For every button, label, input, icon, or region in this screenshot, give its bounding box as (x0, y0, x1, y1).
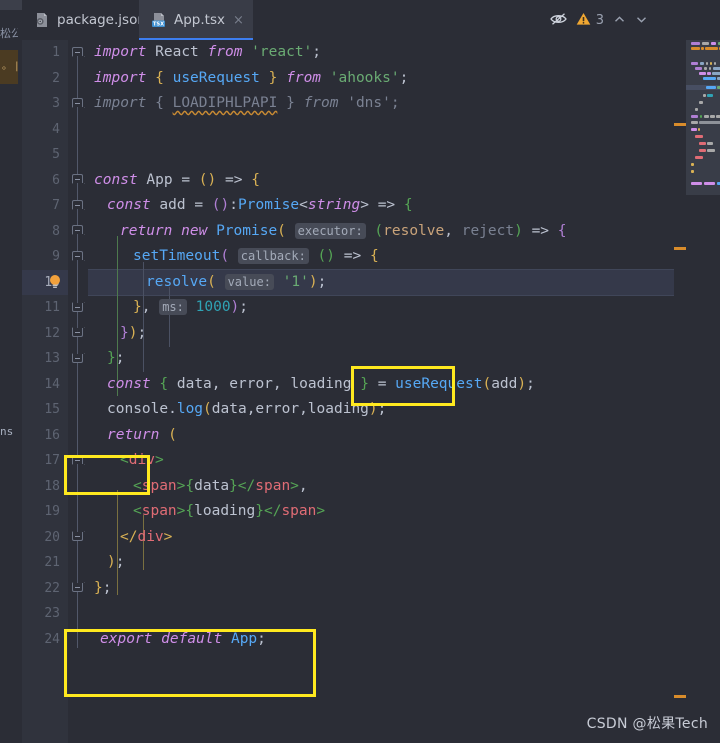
line-number: 12 (44, 325, 60, 341)
sliver-highlight-fragment: 。 | (0, 50, 18, 84)
line-number: 21 (44, 555, 60, 570)
line-number: 20 (44, 529, 60, 545)
code-line-18: <span>{data}</span>, (133, 477, 308, 494)
warning-triangle-icon[interactable] (576, 11, 591, 30)
code-line-24: export default App; (100, 630, 266, 647)
line-number: 5 (52, 147, 60, 162)
fold-marker-line-20[interactable] (72, 532, 83, 541)
line-number: 13 (44, 351, 60, 366)
code-line-17: <div> (120, 452, 164, 468)
left-toolwindow-sliver: 松公 。 | ns (0, 0, 22, 743)
param-hint-callback: callback: (237, 248, 309, 264)
line-number: 4 (52, 121, 60, 137)
param-hint-ms: ms: (159, 299, 187, 315)
line-number: 19 (44, 504, 60, 519)
code-line-22: }; (94, 579, 112, 596)
line-number: 2 (52, 70, 60, 86)
code-line-13: }; (107, 350, 125, 366)
chevron-up-icon[interactable] (613, 11, 626, 30)
line-number: 16 (44, 427, 60, 443)
param-hint-value: value: (224, 273, 274, 290)
code-text-area[interactable]: import React from 'react'; import { useR… (88, 40, 674, 743)
code-line-12: }); (120, 324, 147, 341)
fold-marker-line-9[interactable] (72, 251, 83, 260)
line-number: 23 (44, 606, 60, 621)
line-number: 1 (52, 45, 60, 60)
code-line-2: import { useRequest } from 'ahooks'; (94, 69, 409, 86)
line-number: 18 (44, 478, 60, 494)
line-number: 11 (44, 300, 60, 315)
code-editor[interactable]: 1 2 3 4 5 6 7 8 9 10 11 12 13 14 15 16 1… (22, 40, 720, 743)
line-number: 3 (52, 96, 60, 111)
line-number: 14 (44, 376, 60, 392)
code-line-19: <span>{loading}</span> (133, 503, 326, 519)
code-line-16: return ( (107, 426, 177, 443)
fold-marker-line-22[interactable] (72, 583, 83, 592)
code-line-14: const { data, error, loading } = useRequ… (107, 375, 535, 392)
close-icon[interactable]: × (233, 14, 244, 27)
fold-marker-line-1[interactable] (72, 47, 83, 56)
lightbulb-icon[interactable] (48, 274, 62, 290)
line-number: 15 (44, 402, 60, 417)
tsx-file-icon: TSX (151, 12, 167, 28)
code-line-8: return new Promise( executor: (resolve, … (120, 222, 567, 239)
ide-window: 松公 。 | ns package.json × (0, 0, 720, 743)
warning-count: 3 (595, 12, 604, 28)
inspection-widget: 3 (549, 10, 648, 30)
code-line-20: </div> (120, 528, 173, 545)
watermark-text: CSDN @松果Tech (586, 716, 708, 732)
fold-marker-line-7[interactable] (72, 200, 83, 209)
line-number: 9 (52, 249, 60, 264)
fold-marker-line-3[interactable] (72, 98, 83, 107)
line-number: 22 (44, 580, 60, 596)
line-number: 7 (52, 198, 60, 213)
tab-label: package.json (57, 12, 146, 28)
fold-marker-line-13[interactable] (72, 354, 83, 363)
line-number: 24 (44, 631, 60, 647)
json-file-icon (34, 12, 50, 28)
fold-marker-line-8[interactable] (72, 225, 83, 234)
fold-marker-line-6[interactable] (72, 174, 83, 183)
fold-marker-line-11[interactable] (72, 303, 83, 312)
sliver-toolbar-chip (0, 0, 22, 10)
warning-marker[interactable] (674, 695, 686, 698)
warning-marker[interactable] (674, 247, 686, 250)
chevron-down-icon[interactable] (635, 11, 648, 30)
tab-app-tsx[interactable]: TSX App.tsx × (139, 0, 253, 40)
code-line-21: ); (107, 554, 125, 570)
indent-guide (117, 490, 118, 595)
warning-marker[interactable] (674, 123, 686, 126)
code-line-10: resolve( value: '1'); (146, 273, 327, 290)
param-hint-executor: executor: (294, 222, 366, 239)
sliver-text-fragment-bottom: ns (0, 425, 14, 438)
sliver-text-fragment-top: 松公 (0, 27, 18, 40)
line-number: 8 (52, 223, 60, 239)
error-marker-gutter[interactable] (674, 40, 686, 743)
code-folding-strip[interactable] (68, 40, 88, 743)
fold-guide-line (77, 48, 78, 648)
line-number: 17 (44, 453, 60, 468)
sliver-text-fragment-mid: 。 | (2, 61, 18, 72)
tab-label: App.tsx (174, 12, 225, 28)
fold-marker-line-12[interactable] (72, 328, 83, 337)
svg-text:TSX: TSX (153, 21, 164, 27)
eye-off-icon[interactable] (549, 11, 567, 30)
minimap-content (686, 40, 720, 195)
code-line-15: console.log(data,error,loading); (107, 401, 387, 417)
code-line-11: }, ms: 1000); (133, 299, 249, 315)
code-line-7: const add = ():Promise<string> => { (107, 197, 413, 213)
code-line-9: setTimeout( callback: () => { (133, 248, 379, 264)
code-line-6: const App = () => { (94, 171, 260, 188)
line-number: 6 (52, 172, 60, 188)
code-line-3: import { LOADIPHLPAPI } from 'dns'; (94, 95, 400, 111)
code-minimap[interactable] (686, 40, 720, 743)
line-number-gutter: 1 2 3 4 5 6 7 8 9 10 11 12 13 14 15 16 1… (22, 40, 68, 743)
fold-marker-line-17[interactable] (72, 455, 83, 464)
code-line-1: import React from 'react'; (94, 44, 322, 60)
